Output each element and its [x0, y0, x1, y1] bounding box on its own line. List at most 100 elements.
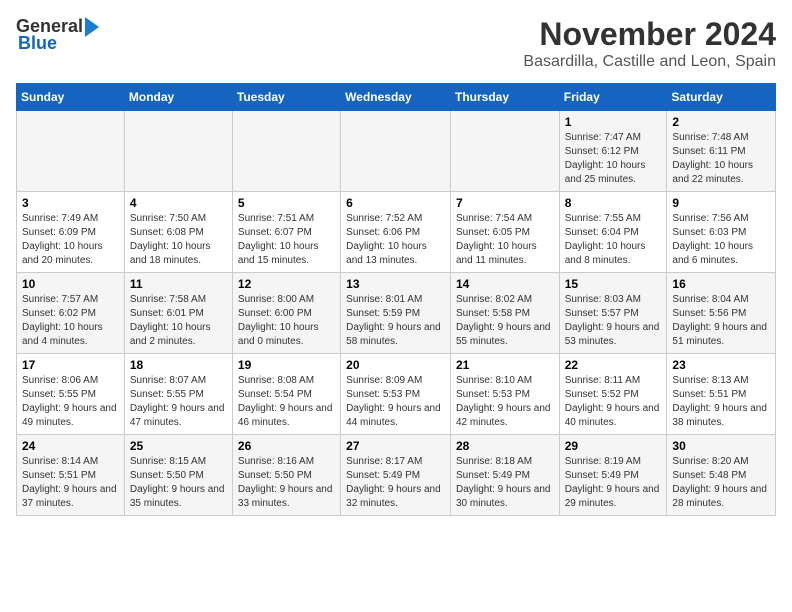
calendar-week-row: 17Sunrise: 8:06 AM Sunset: 5:55 PM Dayli…: [17, 354, 776, 435]
calendar-cell: 27 Sunrise: 8:17 AM Sunset: 5:49 PM Dayli…: [341, 435, 451, 516]
day-number: 25: [130, 439, 227, 453]
calendar-week-row: 1 Sunrise: 7:47 AM Sunset: 6:12 PM Daylig…: [17, 111, 776, 192]
header: General Blue November 2024 Basardilla, C…: [16, 16, 776, 71]
day-info: Sunrise: 8:19 AM Sunset: 5:49 PM Dayligh…: [565, 455, 662, 511]
day-number: 14: [456, 277, 554, 291]
day-number: 2: [672, 115, 770, 129]
day-info: Sunrise: 8:20 AM Sunset: 5:48 PM Dayligh…: [672, 455, 770, 511]
day-info: Sunrise: 7:49 AM Sunset: 6:09 PM Dayligh…: [22, 212, 119, 268]
weekday-header-friday: Friday: [559, 84, 667, 111]
calendar-cell: 20 Sunrise: 8:09 AM Sunset: 5:53 PM Dayli…: [341, 354, 451, 435]
day-number: 17: [22, 358, 119, 372]
calendar-cell: 22 Sunrise: 8:11 AM Sunset: 5:52 PM Dayli…: [559, 354, 667, 435]
day-number: 12: [238, 277, 335, 291]
day-info: Sunrise: 8:16 AM Sunset: 5:50 PM Dayligh…: [238, 455, 335, 511]
day-info: Sunrise: 8:14 AM Sunset: 5:51 PM Dayligh…: [22, 455, 119, 511]
day-number: 15: [565, 277, 662, 291]
calendar-cell: 17Sunrise: 8:06 AM Sunset: 5:55 PM Dayli…: [17, 354, 125, 435]
calendar-cell: 21 Sunrise: 8:10 AM Sunset: 5:53 PM Dayli…: [450, 354, 559, 435]
calendar-cell: [124, 111, 232, 192]
calendar-cell: 5Sunrise: 7:51 AM Sunset: 6:07 PM Daylig…: [232, 192, 340, 273]
weekday-header-monday: Monday: [124, 84, 232, 111]
calendar-week-row: 24 Sunrise: 8:14 AM Sunset: 5:51 PM Dayli…: [17, 435, 776, 516]
day-info: Sunrise: 7:47 AM Sunset: 6:12 PM Dayligh…: [565, 131, 662, 187]
day-number: 4: [130, 196, 227, 210]
day-info: Sunrise: 8:08 AM Sunset: 5:54 PM Dayligh…: [238, 374, 335, 430]
calendar-cell: 11 Sunrise: 7:58 AM Sunset: 6:01 PM Dayli…: [124, 273, 232, 354]
calendar-cell: 13 Sunrise: 8:01 AM Sunset: 5:59 PM Dayli…: [341, 273, 451, 354]
day-number: 13: [346, 277, 445, 291]
calendar-cell: 12 Sunrise: 8:00 AM Sunset: 6:00 PM Dayli…: [232, 273, 340, 354]
day-number: 20: [346, 358, 445, 372]
day-info: Sunrise: 8:13 AM Sunset: 5:51 PM Dayligh…: [672, 374, 770, 430]
day-number: 21: [456, 358, 554, 372]
day-number: 30: [672, 439, 770, 453]
title-block: November 2024 Basardilla, Castille and L…: [523, 16, 776, 71]
day-info: Sunrise: 7:57 AM Sunset: 6:02 PM Dayligh…: [22, 293, 119, 349]
day-info: Sunrise: 8:17 AM Sunset: 5:49 PM Dayligh…: [346, 455, 445, 511]
calendar-cell: [341, 111, 451, 192]
day-number: 18: [130, 358, 227, 372]
day-number: 22: [565, 358, 662, 372]
calendar-cell: 14Sunrise: 8:02 AM Sunset: 5:58 PM Dayli…: [450, 273, 559, 354]
calendar-cell: 9 Sunrise: 7:56 AM Sunset: 6:03 PM Daylig…: [667, 192, 776, 273]
day-number: 27: [346, 439, 445, 453]
calendar-cell: 8 Sunrise: 7:55 AM Sunset: 6:04 PM Daylig…: [559, 192, 667, 273]
calendar-cell: 16 Sunrise: 8:04 AM Sunset: 5:56 PM Dayli…: [667, 273, 776, 354]
day-info: Sunrise: 8:04 AM Sunset: 5:56 PM Dayligh…: [672, 293, 770, 349]
calendar-cell: 23 Sunrise: 8:13 AM Sunset: 5:51 PM Dayli…: [667, 354, 776, 435]
day-number: 10: [22, 277, 119, 291]
day-info: Sunrise: 8:07 AM Sunset: 5:55 PM Dayligh…: [130, 374, 227, 430]
logo: General Blue: [16, 16, 99, 54]
calendar-cell: 1 Sunrise: 7:47 AM Sunset: 6:12 PM Daylig…: [559, 111, 667, 192]
calendar-cell: 3 Sunrise: 7:49 AM Sunset: 6:09 PM Daylig…: [17, 192, 125, 273]
day-number: 3: [22, 196, 119, 210]
weekday-header-saturday: Saturday: [667, 84, 776, 111]
calendar-cell: [450, 111, 559, 192]
calendar-cell: [232, 111, 340, 192]
calendar-week-row: 10 Sunrise: 7:57 AM Sunset: 6:02 PM Dayli…: [17, 273, 776, 354]
day-number: 1: [565, 115, 662, 129]
calendar-cell: 18 Sunrise: 8:07 AM Sunset: 5:55 PM Dayli…: [124, 354, 232, 435]
day-info: Sunrise: 8:11 AM Sunset: 5:52 PM Dayligh…: [565, 374, 662, 430]
day-number: 23: [672, 358, 770, 372]
calendar-cell: [17, 111, 125, 192]
calendar-cell: 28Sunrise: 8:18 AM Sunset: 5:49 PM Dayli…: [450, 435, 559, 516]
day-number: 29: [565, 439, 662, 453]
day-number: 5: [238, 196, 335, 210]
day-number: 19: [238, 358, 335, 372]
day-info: Sunrise: 8:09 AM Sunset: 5:53 PM Dayligh…: [346, 374, 445, 430]
day-number: 9: [672, 196, 770, 210]
calendar-cell: 10 Sunrise: 7:57 AM Sunset: 6:02 PM Dayli…: [17, 273, 125, 354]
day-info: Sunrise: 7:55 AM Sunset: 6:04 PM Dayligh…: [565, 212, 662, 268]
calendar-cell: 4 Sunrise: 7:50 AM Sunset: 6:08 PM Daylig…: [124, 192, 232, 273]
day-number: 11: [130, 277, 227, 291]
calendar-cell: 25 Sunrise: 8:15 AM Sunset: 5:50 PM Dayli…: [124, 435, 232, 516]
logo-blue-text: Blue: [16, 33, 57, 54]
day-info: Sunrise: 8:10 AM Sunset: 5:53 PM Dayligh…: [456, 374, 554, 430]
calendar-cell: 30 Sunrise: 8:20 AM Sunset: 5:48 PM Dayli…: [667, 435, 776, 516]
weekday-header-tuesday: Tuesday: [232, 84, 340, 111]
day-info: Sunrise: 7:50 AM Sunset: 6:08 PM Dayligh…: [130, 212, 227, 268]
weekday-header-sunday: Sunday: [17, 84, 125, 111]
calendar-cell: 6Sunrise: 7:52 AM Sunset: 6:06 PM Daylig…: [341, 192, 451, 273]
weekday-header-thursday: Thursday: [450, 84, 559, 111]
day-info: Sunrise: 8:00 AM Sunset: 6:00 PM Dayligh…: [238, 293, 335, 349]
day-info: Sunrise: 7:58 AM Sunset: 6:01 PM Dayligh…: [130, 293, 227, 349]
weekday-header-row: SundayMondayTuesdayWednesdayThursdayFrid…: [17, 84, 776, 111]
calendar-week-row: 3 Sunrise: 7:49 AM Sunset: 6:09 PM Daylig…: [17, 192, 776, 273]
day-info: Sunrise: 7:56 AM Sunset: 6:03 PM Dayligh…: [672, 212, 770, 268]
calendar-cell: 2 Sunrise: 7:48 AM Sunset: 6:11 PM Daylig…: [667, 111, 776, 192]
day-number: 8: [565, 196, 662, 210]
day-number: 16: [672, 277, 770, 291]
day-info: Sunrise: 8:01 AM Sunset: 5:59 PM Dayligh…: [346, 293, 445, 349]
day-number: 24: [22, 439, 119, 453]
day-info: Sunrise: 7:54 AM Sunset: 6:05 PM Dayligh…: [456, 212, 554, 268]
calendar-cell: 19 Sunrise: 8:08 AM Sunset: 5:54 PM Dayli…: [232, 354, 340, 435]
day-info: Sunrise: 7:48 AM Sunset: 6:11 PM Dayligh…: [672, 131, 770, 187]
day-info: Sunrise: 8:15 AM Sunset: 5:50 PM Dayligh…: [130, 455, 227, 511]
calendar-cell: 7Sunrise: 7:54 AM Sunset: 6:05 PM Daylig…: [450, 192, 559, 273]
day-number: 6: [346, 196, 445, 210]
calendar-cell: 26Sunrise: 8:16 AM Sunset: 5:50 PM Dayli…: [232, 435, 340, 516]
weekday-header-wednesday: Wednesday: [341, 84, 451, 111]
